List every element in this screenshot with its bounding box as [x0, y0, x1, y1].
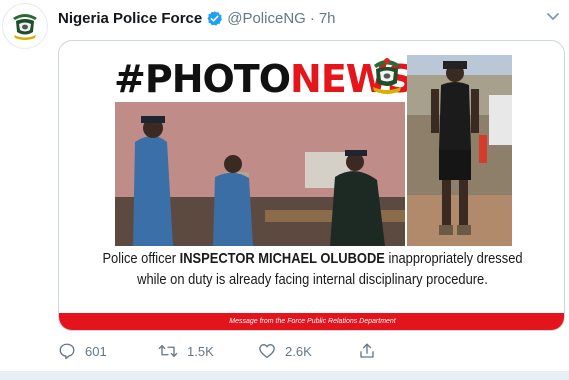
caption-line-1: Police officer INSPECTOR MICHAEL OLUBODE… [94, 248, 530, 269]
like-count: 2.6K [285, 343, 312, 359]
tweet-header: Nigeria Police Force @PoliceNG · 7h [58, 7, 549, 29]
media-caption: Police officer INSPECTOR MICHAEL OLUBODE… [94, 248, 530, 290]
media-footer-bar: Message from the Force Public Relations … [59, 313, 564, 330]
headline-black: #PHOTO [114, 57, 291, 101]
caption-officer-name: INSPECTOR MICHAEL OLUBODE [179, 250, 385, 267]
retweet-icon [158, 345, 178, 357]
photo-news-headline: #PHOTONEWS [114, 55, 414, 103]
outdoor-photo [407, 55, 512, 246]
reply-button[interactable]: 601 [58, 342, 158, 360]
avatar[interactable] [2, 3, 48, 49]
caption-suffix: inappropriately dressed [384, 250, 523, 267]
verified-badge-icon [206, 10, 223, 27]
police-crest-logo [373, 58, 401, 94]
share-icon [360, 343, 374, 358]
timeline-divider [0, 371, 569, 380]
like-button[interactable]: 2.6K [258, 342, 358, 360]
handle[interactable]: @PoliceNG [227, 10, 306, 27]
reply-count: 601 [85, 343, 107, 359]
caption-prefix: Police officer [102, 250, 180, 267]
media-card[interactable]: #PHOTONEWS Police officer INSPECTOR MICH… [58, 40, 565, 331]
reply-icon [59, 343, 75, 360]
separator-dot: · [309, 9, 315, 27]
tweet: Nigeria Police Force @PoliceNG · 7h #PHO… [0, 0, 569, 380]
chevron-down-icon[interactable] [543, 9, 563, 25]
caption-line-2: while on duty is already facing internal… [137, 271, 488, 288]
office-photo [115, 102, 405, 246]
retweet-button[interactable]: 1.5K [158, 342, 258, 360]
heart-icon [259, 344, 275, 359]
share-button[interactable] [358, 342, 458, 360]
timestamp[interactable]: 7h [319, 10, 336, 27]
retweet-count: 1.5K [187, 343, 214, 359]
police-crest-icon [6, 7, 44, 45]
display-name[interactable]: Nigeria Police Force [58, 10, 202, 27]
tweet-actions: 601 1.5K 2.6K [58, 340, 569, 362]
